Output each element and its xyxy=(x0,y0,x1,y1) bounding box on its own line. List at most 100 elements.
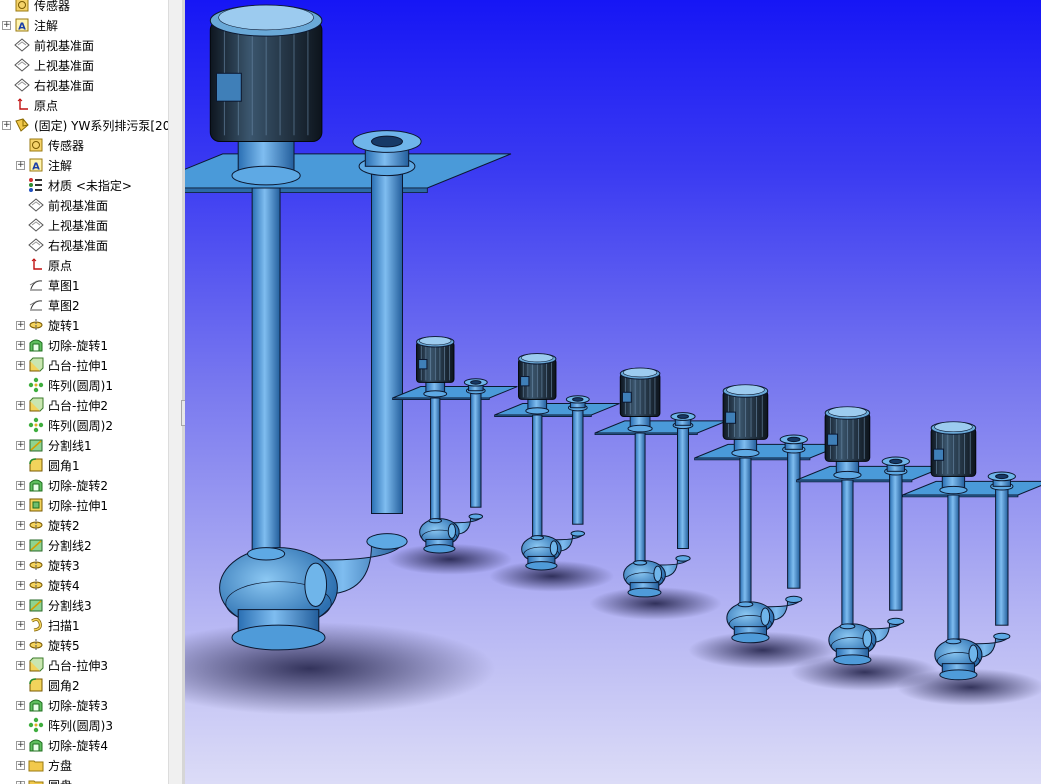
tree-item[interactable]: + 切除-旋转4 xyxy=(16,735,108,755)
sweep-icon xyxy=(28,617,44,633)
revolve-icon xyxy=(28,317,44,333)
tree-item[interactable]: 阵列(圆周)1 xyxy=(16,375,113,395)
expand-toggle[interactable]: + xyxy=(16,500,25,510)
expand-toggle[interactable]: + xyxy=(16,360,25,370)
tree-item[interactable]: 前视基准面 xyxy=(2,35,94,55)
tree-item-label: 凸台-拉伸2 xyxy=(48,398,108,413)
expand-toggle[interactable]: + xyxy=(16,320,25,330)
tree-item-label: 上视基准面 xyxy=(34,58,95,73)
tree-item[interactable]: + 凸台-拉伸2 xyxy=(16,395,108,415)
pump-model-scene xyxy=(185,4,1041,715)
expand-toggle[interactable]: + xyxy=(2,120,11,130)
tree-item[interactable]: + 凸台-拉伸3 xyxy=(16,655,108,675)
expand-toggle[interactable]: + xyxy=(16,640,25,650)
tree-item[interactable]: + 分割线3 xyxy=(16,595,92,615)
tree-item[interactable]: 原点 xyxy=(2,95,58,115)
svg-text:A: A xyxy=(18,22,26,33)
revolve-icon xyxy=(28,577,44,593)
expand-toggle[interactable]: + xyxy=(16,660,25,670)
tree-item-label: 方盘 xyxy=(48,758,73,773)
expand-toggle[interactable]: + xyxy=(16,580,25,590)
plane-icon xyxy=(28,217,44,233)
tree-item-label: 原点 xyxy=(34,98,59,113)
tree-item[interactable]: 阵列(圆周)3 xyxy=(16,715,113,735)
tree-item[interactable]: + 旋转4 xyxy=(16,575,80,595)
tree-item-label: 切除-旋转4 xyxy=(48,738,108,753)
tree-item[interactable]: 草图2 xyxy=(16,295,80,315)
expand-toggle[interactable]: + xyxy=(16,760,25,770)
tree-item[interactable]: + 圆盘 xyxy=(16,775,72,784)
plane-icon xyxy=(14,37,30,53)
tree-item[interactable]: 传感器 xyxy=(2,0,70,15)
tree-item[interactable]: + 分割线1 xyxy=(16,435,92,455)
tree-item-label: 草图1 xyxy=(48,278,80,293)
expand-toggle[interactable]: + xyxy=(16,740,25,750)
tree-item[interactable]: 草图1 xyxy=(16,275,80,295)
tree-item[interactable]: + (固定) YW系列排污泵[200 xyxy=(2,115,168,135)
tree-item[interactable]: + 分割线2 xyxy=(16,535,92,555)
annotation-icon: A xyxy=(28,157,44,173)
expand-toggle[interactable]: + xyxy=(16,520,25,530)
tree-item[interactable]: + 切除-旋转3 xyxy=(16,695,108,715)
tree-item-label: 草图2 xyxy=(48,298,80,313)
tree-item[interactable]: + 旋转2 xyxy=(16,515,80,535)
tree-item[interactable]: 圆角2 xyxy=(16,675,80,695)
expand-toggle[interactable]: + xyxy=(16,540,25,550)
tree-item[interactable]: + 凸台-拉伸1 xyxy=(16,355,108,375)
material-icon xyxy=(28,177,44,193)
origin-icon xyxy=(28,257,44,273)
tree-item-label: 旋转5 xyxy=(48,638,80,653)
tree-item[interactable]: 材质 <未指定> xyxy=(16,175,132,195)
expand-toggle[interactable]: + xyxy=(16,160,25,170)
tree-item[interactable]: 圆角1 xyxy=(16,455,80,475)
tree-item-label: 圆角2 xyxy=(48,678,80,693)
tree-item[interactable]: + 切除-旋转2 xyxy=(16,475,108,495)
tree-item-label: 材质 <未指定> xyxy=(48,178,132,193)
tree-item-label: 凸台-拉伸3 xyxy=(48,658,108,673)
tree-item[interactable]: + A 注解 xyxy=(2,15,58,35)
tree-item-label: 阵列(圆周)3 xyxy=(48,718,113,733)
expand-toggle[interactable]: + xyxy=(16,480,25,490)
folder-icon xyxy=(28,757,44,773)
tree-item-label: 右视基准面 xyxy=(48,238,109,253)
tree-item[interactable]: + 方盘 xyxy=(16,755,72,775)
graphics-viewport[interactable] xyxy=(185,0,1041,784)
expand-toggle[interactable]: + xyxy=(16,440,25,450)
tree-item-label: 扫描1 xyxy=(48,618,80,633)
tree-item[interactable]: + 旋转5 xyxy=(16,635,80,655)
tree-item-label: 阵列(圆周)2 xyxy=(48,418,113,433)
tree-item-label: 旋转3 xyxy=(48,558,80,573)
expand-toggle[interactable]: + xyxy=(16,700,25,710)
tree-scrollbar[interactable] xyxy=(168,0,183,784)
origin-icon xyxy=(14,97,30,113)
tree-item[interactable]: + A 注解 xyxy=(16,155,72,175)
tree-item[interactable]: + 旋转1 xyxy=(16,315,80,335)
tree-item[interactable]: 原点 xyxy=(16,255,72,275)
tree-item[interactable]: + 扫描1 xyxy=(16,615,80,635)
expand-toggle[interactable]: + xyxy=(2,20,11,30)
tree-item-label: 旋转2 xyxy=(48,518,80,533)
tree-item-label: 旋转4 xyxy=(48,578,80,593)
tree-item[interactable]: 上视基准面 xyxy=(2,55,94,75)
tree-item[interactable]: 前视基准面 xyxy=(16,195,108,215)
expand-toggle[interactable]: + xyxy=(16,560,25,570)
plane-icon xyxy=(14,57,30,73)
expand-toggle[interactable]: + xyxy=(16,780,25,784)
tree-item[interactable]: 右视基准面 xyxy=(16,235,108,255)
expand-toggle[interactable]: + xyxy=(16,340,25,350)
tree-item[interactable]: 上视基准面 xyxy=(16,215,108,235)
fillet-icon xyxy=(28,457,44,473)
tree-item-label: 注解 xyxy=(34,18,59,33)
tree-item[interactable]: 阵列(圆周)2 xyxy=(16,415,113,435)
plane-icon xyxy=(28,237,44,253)
tree-item[interactable]: + 切除-拉伸1 xyxy=(16,495,108,515)
tree-item[interactable]: 右视基准面 xyxy=(2,75,94,95)
tree-item[interactable]: + 旋转3 xyxy=(16,555,80,575)
tree-item-label: (固定) YW系列排污泵[200 xyxy=(34,118,168,133)
tree-item-label: 分割线3 xyxy=(48,598,92,613)
tree-item[interactable]: 传感器 xyxy=(16,135,84,155)
expand-toggle[interactable]: + xyxy=(16,400,25,410)
expand-toggle[interactable]: + xyxy=(16,600,25,610)
expand-toggle[interactable]: + xyxy=(16,620,25,630)
tree-item[interactable]: + 切除-旋转1 xyxy=(16,335,108,355)
